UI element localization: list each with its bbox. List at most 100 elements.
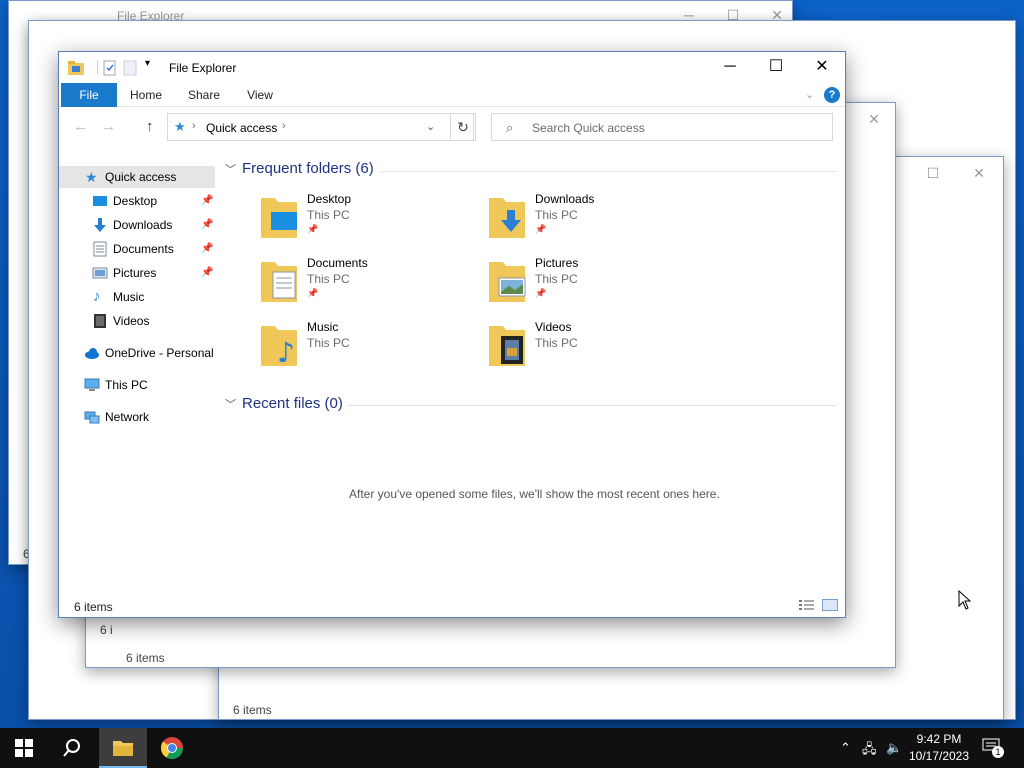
volume-muted-icon[interactable]: 🔈 [886,740,902,756]
pin-icon[interactable]: 📌 [201,190,213,212]
notification-center-button[interactable]: 1 [982,738,1004,758]
downloads-folder-icon [489,198,525,238]
sidebar-item-desktop[interactable]: Desktop 📌 [59,190,215,212]
up-arrow-icon[interactable]: ↑ [146,118,154,135]
taskbar-file-explorer[interactable] [99,728,147,768]
large-icons-view-icon[interactable] [822,599,838,611]
pictures-icon [92,267,108,279]
properties-icon[interactable] [102,60,118,76]
address-path[interactable]: Quick access [206,121,277,135]
folder-tile-pictures[interactable]: Pictures This PC 📌 [447,256,667,312]
sidebar-item-pictures[interactable]: Pictures 📌 [59,262,215,284]
search-box[interactable]: ⌕ Search Quick access [491,113,833,141]
back-arrow-icon[interactable]: ← [73,118,88,135]
music-folder-icon: ♪ [261,326,297,368]
folder-name: Downloads [535,192,595,206]
address-dropdown-icon[interactable]: ⌄ [426,120,435,133]
folder-tile-documents[interactable]: Documents This PC 📌 [219,256,439,312]
help-icon[interactable]: ? [824,87,840,103]
breadcrumb-separator-icon[interactable]: › [282,120,286,132]
sidebar-item-label: This PC [105,378,148,392]
maximize-icon[interactable]: ☐ [923,163,943,183]
folder-tile-desktop[interactable]: Desktop This PC 📌 [219,192,439,248]
desktop-icon [93,196,107,206]
folder-location: This PC [535,272,578,286]
refresh-icon[interactable]: ↻ [450,113,476,141]
item-count: 6 items [74,600,113,614]
sidebar-item-onedrive[interactable]: OneDrive - Personal [59,342,215,364]
desktop-folder-icon [261,198,297,238]
pin-icon[interactable]: 📌 [535,224,546,235]
folder-tile-downloads[interactable]: Downloads This PC 📌 [447,192,667,248]
clock-time[interactable]: 9:42 PM [908,732,970,746]
minimize-button[interactable]: ─ [707,52,753,82]
sidebar-item-label: Documents [113,242,174,256]
notification-badge: 1 [992,746,1004,758]
pin-icon[interactable]: 📌 [307,224,318,235]
close-icon[interactable]: ✕ [969,163,989,183]
address-bar[interactable]: ★ › Quick access › ⌄ [167,113,474,141]
tab-share[interactable]: Share [181,83,227,107]
background-window-4-status: 6 items [126,651,165,665]
recent-files-empty-message: After you've opened some files, we'll sh… [349,487,720,501]
folder-name: Videos [535,320,572,334]
frequent-folders-header[interactable]: ﹀ Frequent folders (6) [225,160,374,177]
search-icon [63,739,80,757]
recent-files-header[interactable]: ﹀ Recent files (0) [225,395,343,412]
content-pane: ﹀ Frequent folders (6) Desktop This PC 📌 … [219,152,843,582]
sidebar-item-label: Downloads [113,218,173,232]
tab-home[interactable]: Home [123,83,169,107]
folder-location: This PC [307,336,350,350]
folder-tile-music[interactable]: ♪ Music This PC [219,320,439,376]
sidebar-item-videos[interactable]: Videos [59,310,215,332]
sidebar-item-label: Quick access [105,170,177,184]
maximize-button[interactable]: ☐ [753,52,799,82]
sidebar-item-downloads[interactable]: Downloads 📌 [59,214,215,236]
close-button[interactable]: ✕ [799,52,845,82]
folder-name: Pictures [535,256,579,270]
pin-icon[interactable]: 📌 [201,214,213,236]
start-button[interactable] [0,728,48,768]
recent-files-title: Recent files (0) [242,395,343,412]
tab-file[interactable]: File [61,83,117,107]
clock-date[interactable]: 10/17/2023 [908,749,970,763]
title-bar[interactable]: ▾ File Explorer ─ ☐ ✕ [59,52,845,82]
taskbar-chrome[interactable] [148,728,196,768]
sidebar-item-quick-access[interactable]: ★ Quick access [59,166,215,188]
details-view-icon[interactable] [799,599,815,611]
show-hidden-icons-chevron-icon[interactable]: ⌃ [840,740,851,756]
group-divider [347,405,836,406]
pin-icon[interactable]: 📌 [201,238,213,260]
folder-location: This PC [307,208,350,222]
pin-icon[interactable]: 📌 [535,288,546,299]
documents-icon [93,241,107,257]
sidebar-item-documents[interactable]: Documents 📌 [59,238,215,260]
folder-location: This PC [535,336,578,350]
navigation-pane: ★ Quick access Desktop 📌 Downloads 📌 Doc… [59,160,217,580]
close-icon[interactable]: ✕ [864,109,884,129]
customize-toolbar-chevron-icon[interactable]: ▾ [145,58,150,69]
documents-folder-icon [261,262,297,302]
breadcrumb-separator-icon[interactable]: › [192,120,196,132]
expand-ribbon-icon[interactable]: ⌄ [805,88,814,101]
forward-arrow-icon[interactable]: → [101,118,116,135]
network-status-icon[interactable]: 🖧 [862,740,877,762]
folder-location: This PC [535,208,578,222]
videos-folder-icon [489,326,525,366]
tab-view[interactable]: View [237,83,283,107]
search-button[interactable] [48,728,96,768]
pin-icon[interactable]: 📌 [201,262,213,284]
taskbar: ⌃ 🖧 🔈 9:42 PM 10/17/2023 1 [0,728,1024,768]
mouse-cursor-icon [958,590,972,610]
folder-tile-videos[interactable]: Videos This PC [447,320,667,376]
sidebar-item-network[interactable]: Network [59,406,215,428]
new-folder-icon[interactable] [123,60,137,76]
sidebar-item-this-pc[interactable]: This PC [59,374,215,396]
file-explorer-window[interactable]: ▾ File Explorer ─ ☐ ✕ File Home Share Vi… [58,51,846,618]
sidebar-item-music[interactable]: ♪ Music [59,286,215,308]
frequent-folders-title: Frequent folders (6) [242,160,374,177]
pin-icon[interactable]: 📌 [307,288,318,299]
folder-name: Desktop [307,192,352,206]
collapse-chevron-icon[interactable]: ﹀ [225,399,236,411]
collapse-chevron-icon[interactable]: ﹀ [225,164,236,176]
